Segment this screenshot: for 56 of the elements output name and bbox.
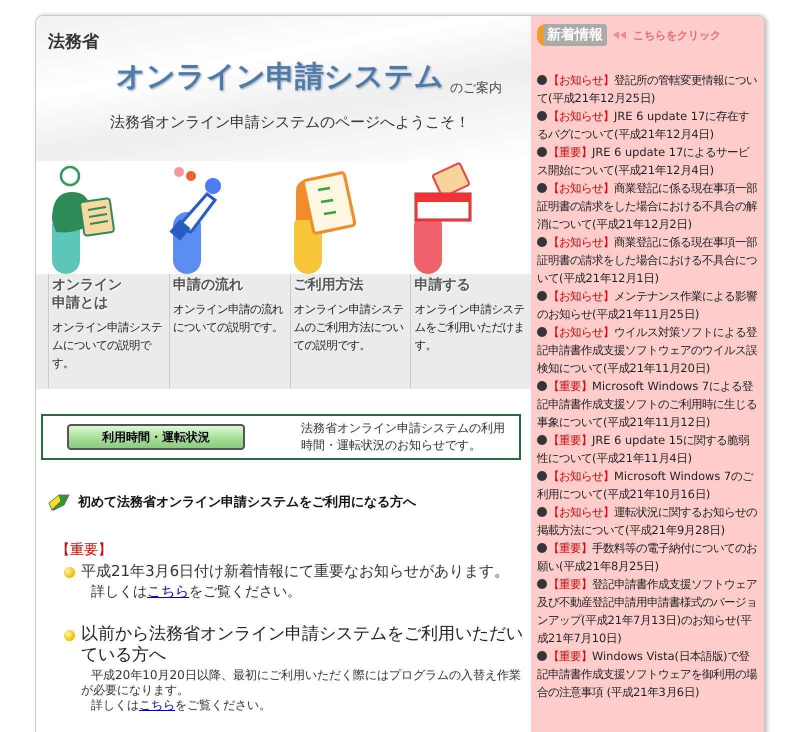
title-suffix: のご案内 [450, 80, 502, 97]
detail-text: 詳しくは こちら をご覧ください。 [91, 698, 272, 713]
nav-link[interactable]: 申請の流れ [172, 276, 252, 294]
news-link[interactable]: 【重要】Microsoft Windows 7による登記申請書作成支援ソフトのご利用時に生じる事象について(平成21年11月12日) [537, 377, 760, 431]
news-link[interactable]: 【重要】Windows Vista(日本語版)で登記申請書作成支援ソフトウェアを御利用の場合の注意事項 (平成21年3月6日) [537, 647, 760, 701]
news-link[interactable]: 【重要】登記申請書作成支援ソフトウェア及び不動産登記申請用申請書様式のバージョンアップ(平成21年7月13日)のお知らせ(平成21年7月10日) [537, 575, 760, 647]
news-link[interactable]: 【お知らせ】メンテナンス作業による影響のお知らせ(平成21年11月25日) [537, 287, 760, 323]
bullet-icon [537, 75, 547, 85]
news-link[interactable]: 【お知らせ】商業登記に係る現在事項一部証明書の請求をした場合における不具合について(平成21年12月1日) [537, 233, 760, 287]
section-heading: 以前から法務省オンライン申請システムをご利用いただいている方へ [81, 624, 524, 666]
news-link[interactable]: 【重要】手数料等の電子納付についてのお願い(平成21年8月25日) [537, 539, 760, 575]
news-link[interactable]: 【お知らせ】登記所の管轄変更情報について(平成21年12月25日) [537, 71, 760, 107]
bullet-icon [537, 291, 547, 301]
nav-link[interactable]: 申請する [414, 276, 493, 294]
here-link[interactable]: こちら [139, 698, 175, 712]
bullet-icon [537, 579, 547, 589]
nav-link[interactable]: オンライン申請とは [52, 276, 130, 312]
important-label: 【重要】 [56, 541, 112, 559]
section-heading: 初めて法務省オンライン申請システムをご利用になる方へ [78, 494, 416, 511]
notice-text: 平成20年10月20日以降、最初にご利用いただく際にはプログラムの入替え作業が必要になります。 [81, 668, 522, 698]
news-link[interactable]: 【重要】JRE 6 update 15に関する脆弱性について(平成21年11月4日) [537, 431, 760, 467]
nav-description: オンライン申請システムをご利用いただけます。 [414, 301, 526, 354]
beginner-mark-icon [48, 493, 70, 511]
nav-description: オンライン申請システムのご利用方法についての説明です。 [294, 301, 404, 354]
bullet-icon [537, 183, 547, 193]
detail-text: 詳しくはこちら をご覧ください。 [91, 583, 302, 602]
nav-link[interactable]: ご利用方法 [294, 276, 372, 294]
bullet-icon [537, 381, 547, 391]
news-link[interactable]: 【お知らせ】ウイルス対策ソフトによる登記申請書作成支援ソフトウェアのウイルス誤検知について(平成21年11月20日) [537, 323, 760, 377]
status-description: 法務省オンライン申請システムの利用時間・運転状況のお知らせです。 [301, 420, 506, 454]
site-title: オンライン申請システム [116, 58, 444, 95]
news-link[interactable]: 【重要】JRE 6 update 17によるサービス開始について(平成21年12月4日) [537, 143, 760, 179]
here-link[interactable]: こちら [147, 584, 189, 600]
bullet-icon [537, 111, 547, 121]
nav-description: オンライン申請システムについての説明です。 [52, 319, 163, 372]
bullet-icon [537, 237, 547, 247]
news-link[interactable]: 【お知らせ】商業登記に係る現在事項一部証明書の請求をした場合における不具合の解消について(平成21年12月2日) [537, 179, 760, 233]
bullet-icon [537, 651, 547, 661]
welcome-text: 法務省オンライン申請システムのページへようこそ！ [110, 113, 470, 132]
ministry-name: 法務省 [48, 31, 99, 53]
bullet-icon [537, 147, 547, 157]
news-link[interactable]: 【お知らせ】JRE 6 update 17に存在するバグについて(平成21年12月4日) [537, 107, 760, 143]
status-button[interactable]: 利用時間・運転状況 [67, 424, 245, 450]
notice-text: 平成21年3月6日付け新着情報にて重要なお知らせがあります。 [81, 561, 510, 581]
news-link[interactable]: 【お知らせ】Microsoft Windows 7のご利用について(平成21年10月16日) [537, 467, 760, 503]
bullet-icon [537, 543, 547, 553]
bullet-icon [537, 507, 547, 517]
bullet-icon [537, 435, 547, 445]
double-arrow-icon [613, 31, 627, 39]
bullet-icon [64, 630, 75, 641]
bullet-icon [537, 471, 547, 481]
news-link[interactable]: 【お知らせ】運転状況に関するお知らせの掲載方法について(平成21年9月28日) [537, 503, 760, 539]
bullet-icon [537, 327, 547, 337]
nav-description: オンライン申請の流れについての説明です。 [172, 301, 284, 336]
bullet-icon [64, 567, 75, 578]
news-title: 新着情報 [537, 24, 607, 46]
